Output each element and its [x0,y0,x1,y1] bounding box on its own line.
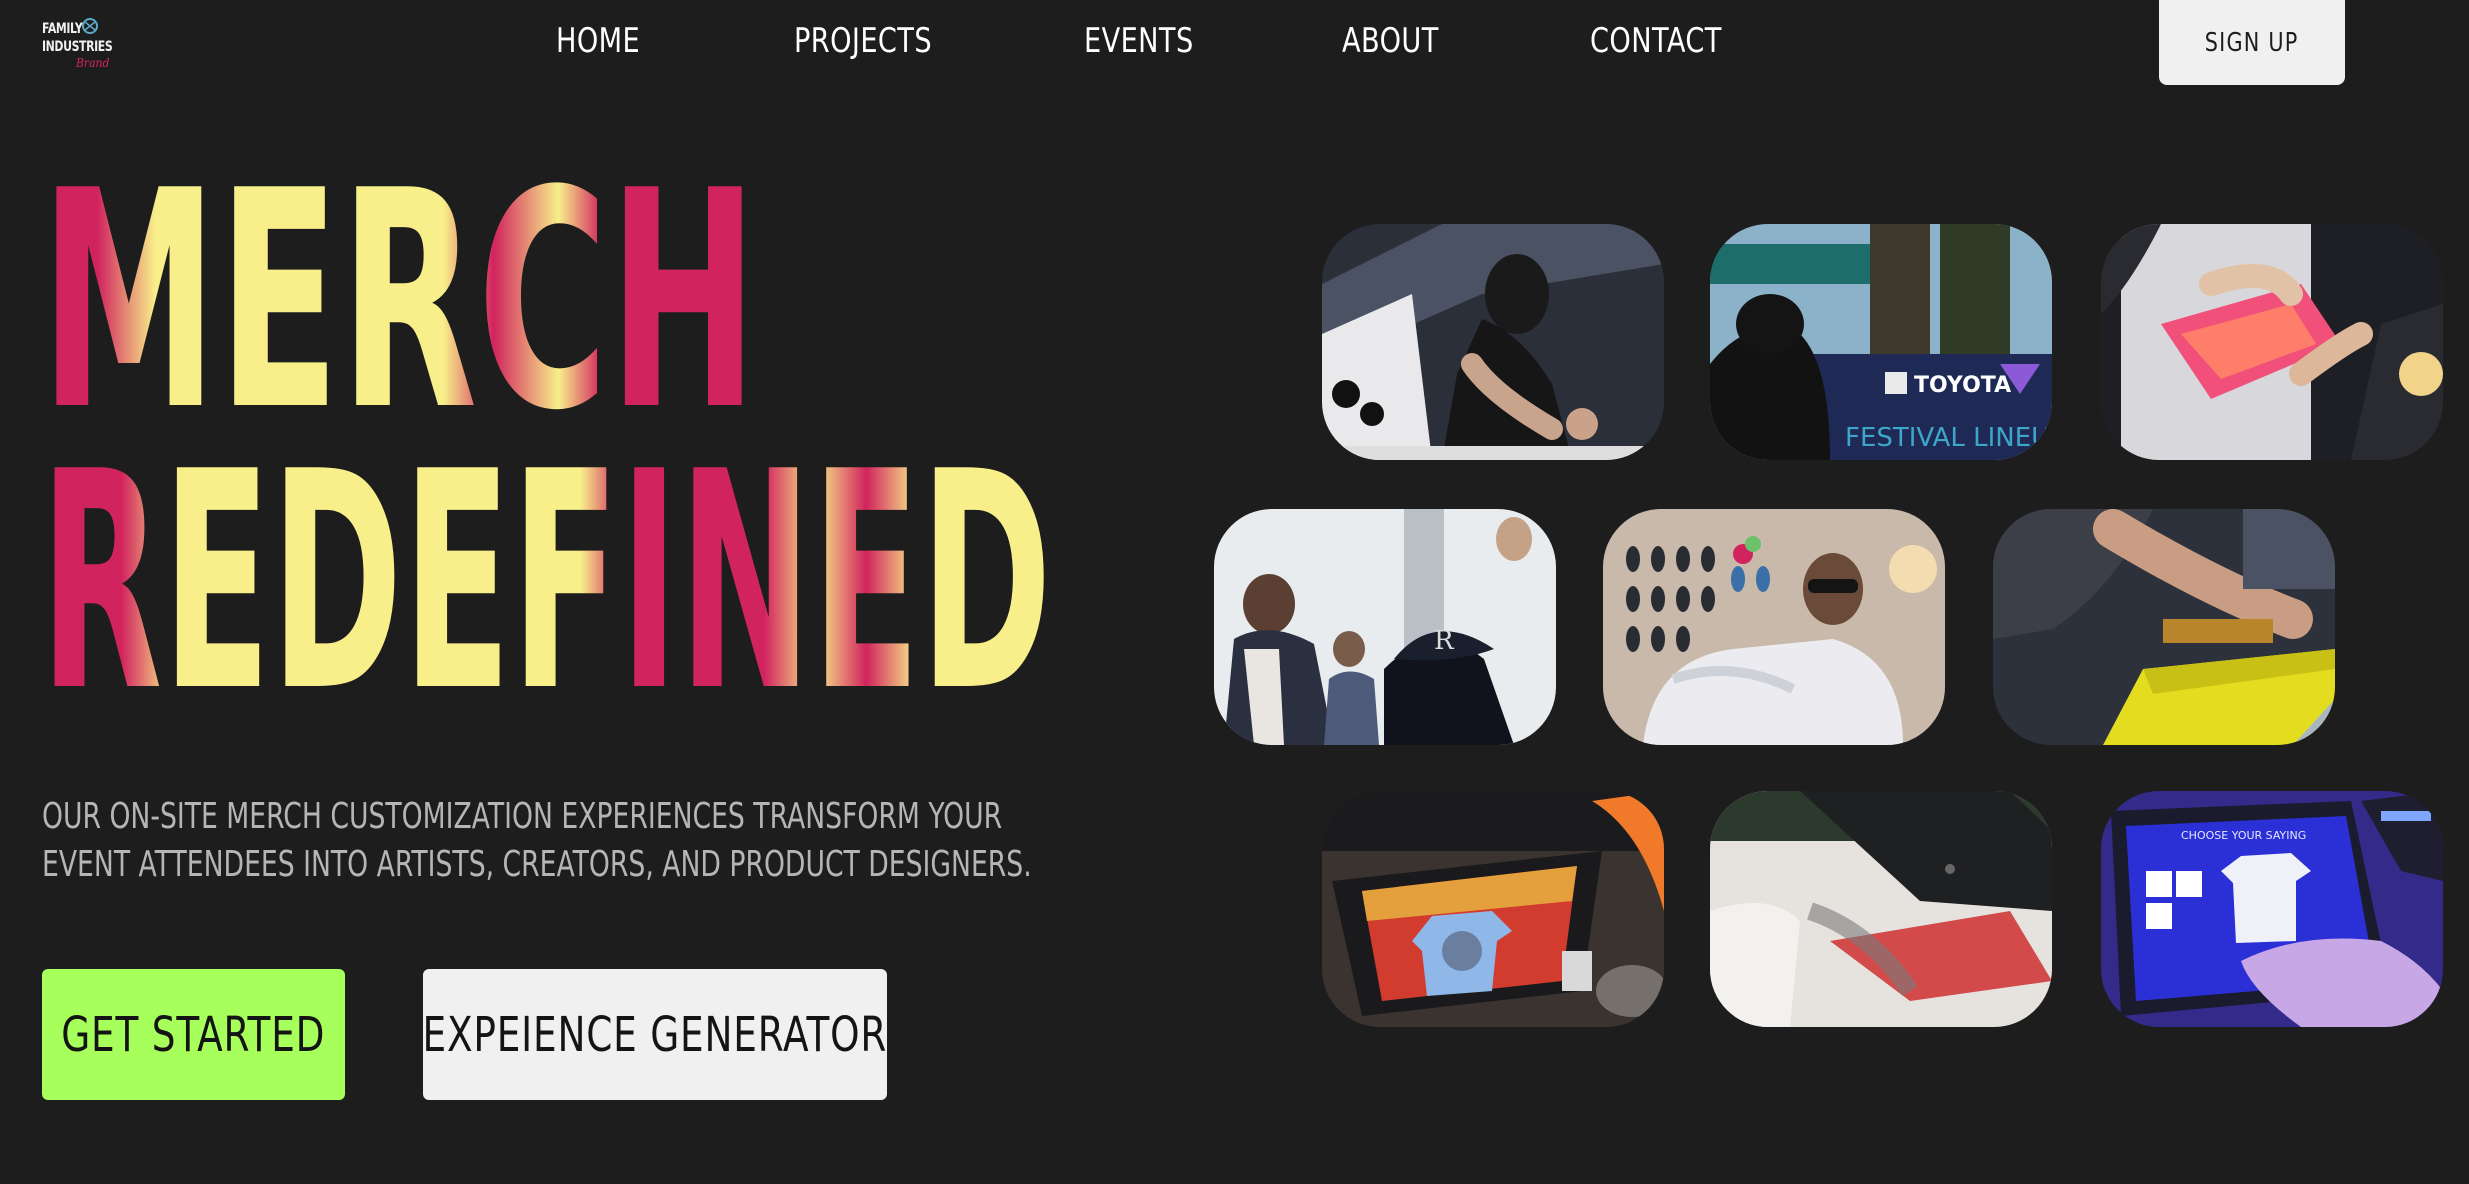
nav-events[interactable]: EVENTS [1084,22,1194,60]
photo-merch-display-wall [1603,509,1945,745]
hero-subtitle: OUR ON-SITE MERCH CUSTOMIZATION EXPERIEN… [42,793,1062,889]
photo-heat-press [1710,791,2052,1027]
photo-screen-printer-artist [1322,224,1664,460]
hero-headline: MERCH REDEFINED [40,127,1052,720]
svg-text:R: R [1434,626,1455,656]
get-started-label: GET STARTED [61,1006,326,1063]
booth-sign-lineup: FESTIVAL LINEUP [1845,423,2052,453]
nav-contact[interactable]: CONTACT [1590,22,1722,60]
get-started-button[interactable]: GET STARTED [42,969,345,1100]
headline-line-2: REDEFINED [40,408,1052,720]
photo-touchscreen-choose: CHOOSE YOUR SAYING [2101,791,2443,1027]
subtitle-line-2: EVENT ATTENDEES INTO ARTISTS, CREATORS, … [42,844,1032,885]
sign-up-button[interactable]: SIGN UP [2159,0,2345,85]
experience-generator-button[interactable]: EXPEIENCE GENERATOR [423,969,887,1100]
photo-yellow-ink-print [1993,509,2335,745]
subtitle-line-1: OUR ON-SITE MERCH CUSTOMIZATION EXPERIEN… [42,796,1003,837]
nav-about[interactable]: ABOUT [1342,22,1439,60]
photo-attendees-crowd: R [1214,509,1556,745]
kiosk-screen-heading: CHOOSE YOUR SAYING [2181,829,2306,842]
photo-pink-squeegee [2101,224,2443,460]
booth-sign-brand: TOYOTA [1914,373,2011,398]
photo-festival-lineup-booth: TOYOTA FESTIVAL LINEUP [1710,224,2052,460]
photo-design-kiosk-screen [1322,791,1664,1027]
experience-generator-label: EXPEIENCE GENERATOR [422,1006,888,1063]
sign-up-label: SIGN UP [2205,27,2299,58]
